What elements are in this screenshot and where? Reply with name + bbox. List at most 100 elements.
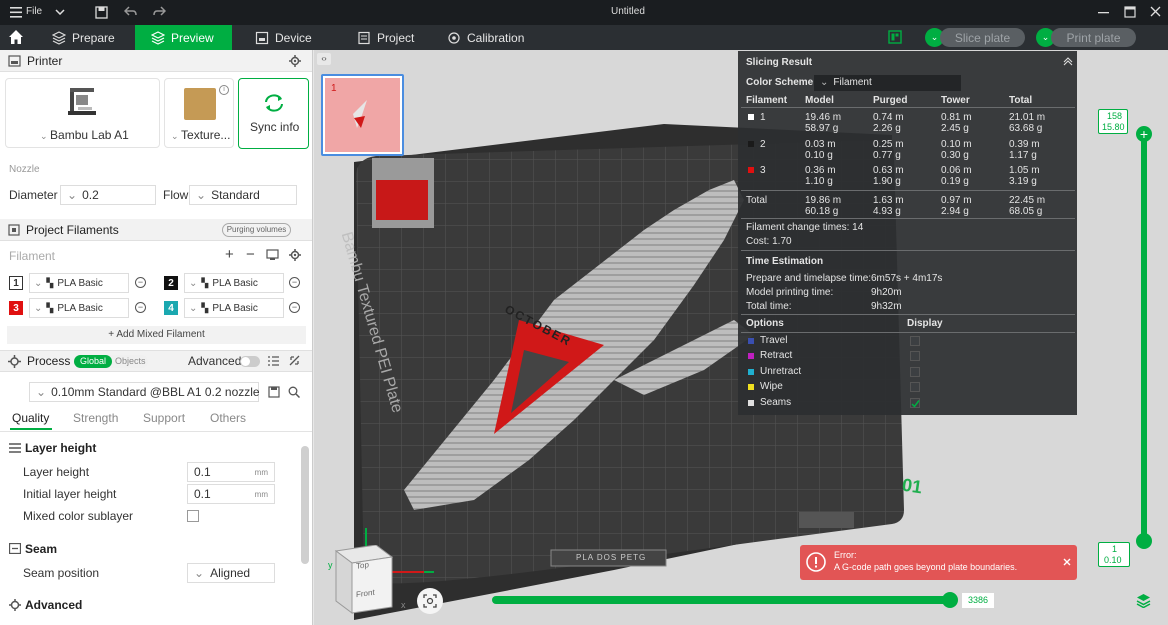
checkmark-icon xyxy=(911,400,920,408)
mixed-color-sublayer-checkbox[interactable] xyxy=(187,510,199,522)
minimize-icon[interactable] xyxy=(1098,12,1109,14)
initial-layer-height-input[interactable]: 0.1 mm xyxy=(187,484,275,504)
row-3-model-len: 0.36 m xyxy=(805,165,836,176)
save-icon[interactable] xyxy=(95,6,108,19)
filament-4-select[interactable]: ⌄ ▚ PLA Basic xyxy=(184,298,284,318)
color-scheme-select[interactable]: ⌄ Filament xyxy=(814,75,961,91)
list-icon[interactable] xyxy=(268,356,279,366)
home-icon[interactable] xyxy=(8,29,24,45)
filament-4-badge[interactable]: 4 xyxy=(164,301,178,315)
settings-scrollbar[interactable] xyxy=(301,446,309,564)
layers-icon[interactable] xyxy=(1136,593,1151,608)
seams-swatch xyxy=(748,400,754,406)
plate-thumbnail[interactable]: 1 xyxy=(321,74,404,156)
tab-preview[interactable]: Preview xyxy=(135,25,232,50)
search-icon[interactable] xyxy=(288,386,300,398)
filament-1-badge[interactable]: 1 xyxy=(9,276,23,290)
objects-option[interactable]: Objects xyxy=(115,356,146,366)
file-menu[interactable]: File xyxy=(26,6,42,17)
capture-view-button[interactable] xyxy=(417,588,443,614)
gear-icon[interactable] xyxy=(289,55,301,67)
flow-select[interactable]: ⌄ Standard xyxy=(189,185,297,205)
printer-card[interactable]: ⌄ Bambu Lab A1 xyxy=(5,78,160,148)
collapse-panel-icon[interactable] xyxy=(1063,57,1073,66)
filament-2-badge[interactable]: 2 xyxy=(164,276,178,290)
advanced-toggle[interactable] xyxy=(240,356,260,367)
add-mixed-filament-button[interactable]: + Add Mixed Filament xyxy=(7,326,306,344)
layer-height-input[interactable]: 0.1 mm xyxy=(187,462,275,482)
plate-arrange-icon[interactable] xyxy=(888,30,902,44)
close-icon[interactable] xyxy=(1150,6,1161,17)
layer-slider-top-handle[interactable]: + xyxy=(1136,126,1152,142)
save-preset-icon[interactable] xyxy=(268,386,280,398)
unretract-display-checkbox[interactable] xyxy=(910,367,920,377)
undo-icon[interactable] xyxy=(124,6,137,18)
slice-plate-button[interactable]: Slice plate xyxy=(940,28,1025,47)
move-slider-track[interactable] xyxy=(492,596,950,604)
row-3-id: 3 xyxy=(760,165,766,176)
tab-device[interactable]: Device xyxy=(245,25,322,50)
process-preset-select[interactable]: ⌄ 0.10mm Standard @BBL A1 0.2 nozzle xyxy=(29,382,260,402)
layer-slider-bottom-handle[interactable] xyxy=(1136,533,1152,549)
layer-group-icon xyxy=(9,443,21,453)
plate-type-name: Texture... xyxy=(181,128,231,142)
compare-icon[interactable] xyxy=(289,355,300,366)
add-filament-icon[interactable]: + xyxy=(225,246,234,263)
hamburger-icon[interactable] xyxy=(10,7,22,18)
tab-quality[interactable]: Quality xyxy=(12,411,49,425)
tab-support[interactable]: Support xyxy=(143,411,185,425)
retract-swatch xyxy=(748,353,754,359)
x-axis-label: x xyxy=(401,600,406,610)
retract-display-checkbox[interactable] xyxy=(910,351,920,361)
travel-display-checkbox[interactable] xyxy=(910,336,920,346)
bottom-layer-label: 1 0.10 xyxy=(1098,542,1130,567)
row-3-purged-wt: 1.90 g xyxy=(873,176,901,187)
filament-4-remove-icon[interactable]: − xyxy=(289,302,300,313)
row-1-tower-wt: 2.45 g xyxy=(941,123,969,134)
plate-type-card[interactable]: i ⌄ Texture... xyxy=(164,78,234,148)
diameter-select[interactable]: ⌄ 0.2 xyxy=(60,185,156,205)
layer-slider-track[interactable] xyxy=(1141,130,1147,543)
filament-2-remove-icon[interactable]: − xyxy=(289,277,300,288)
filament-3-select[interactable]: ⌄ ▚ PLA Basic xyxy=(29,298,129,318)
tab-prepare[interactable]: Prepare xyxy=(42,25,125,50)
row-2-model-wt: 0.10 g xyxy=(805,150,833,161)
maximize-icon[interactable] xyxy=(1124,6,1136,18)
seams-display-checkbox[interactable] xyxy=(910,398,920,408)
move-slider-handle[interactable] xyxy=(942,592,958,608)
global-objects-toggle[interactable]: Global Objects xyxy=(74,355,148,368)
error-icon xyxy=(806,552,826,572)
option-seams: Seams xyxy=(760,397,792,408)
wipe-display-checkbox[interactable] xyxy=(910,382,920,392)
collapse-sidebar-icon[interactable]: ‹› xyxy=(317,53,331,65)
tab-project[interactable]: Project xyxy=(347,25,424,50)
seam-position-select[interactable]: ⌄ Aligned xyxy=(187,563,275,583)
print-plate-button[interactable]: Print plate xyxy=(1051,28,1136,47)
filament-1-select[interactable]: ⌄ ▚ PLA Basic xyxy=(29,273,129,293)
tab-calibration[interactable]: Calibration xyxy=(437,25,534,50)
purging-volumes-button[interactable]: Purging volumes xyxy=(222,223,291,237)
printer-icon xyxy=(8,54,21,67)
info-icon[interactable]: i xyxy=(219,85,229,95)
gear-icon[interactable] xyxy=(289,249,301,261)
view-cube[interactable]: Top Front xyxy=(334,545,394,615)
remove-filament-icon[interactable]: − xyxy=(246,246,255,263)
sync-info-button[interactable]: Sync info xyxy=(238,78,309,149)
filament-sync-icon[interactable] xyxy=(266,249,279,261)
app-window: File Untitled Prepare Preview Device Pro… xyxy=(0,0,1168,625)
filament-1-remove-icon[interactable]: − xyxy=(135,277,146,288)
plate-tag: PLA DOS PETG xyxy=(576,553,647,562)
filament-2-select[interactable]: ⌄ ▚ PLA Basic xyxy=(184,273,284,293)
filament-3-badge[interactable]: 3 xyxy=(9,301,23,315)
tab-others[interactable]: Others xyxy=(210,411,246,425)
chevron-down-icon[interactable] xyxy=(55,9,65,15)
header-tower: Tower xyxy=(941,95,970,106)
redo-icon[interactable] xyxy=(153,6,166,18)
unretract-swatch xyxy=(748,369,754,375)
option-retract: Retract xyxy=(760,350,793,361)
filament-3-remove-icon[interactable]: − xyxy=(135,302,146,313)
close-icon[interactable] xyxy=(1063,558,1071,566)
tab-strength[interactable]: Strength xyxy=(73,411,118,425)
global-option[interactable]: Global xyxy=(74,355,112,368)
total-time-value: 9h32m xyxy=(871,301,902,312)
